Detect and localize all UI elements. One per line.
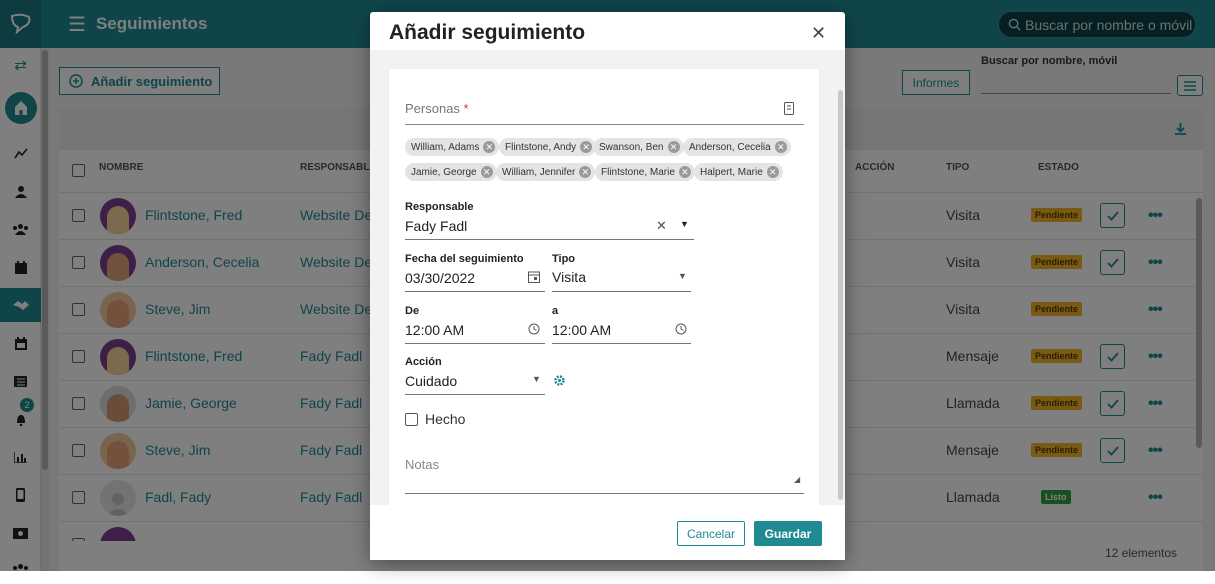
fecha-label: Fecha del seguimiento	[405, 253, 524, 265]
responsable-label: Responsable	[405, 201, 474, 213]
remove-chip-icon[interactable]: ✕	[678, 166, 691, 178]
chip-label: Jamie, George	[411, 166, 477, 178]
chip-label: Anderson, Cecelia	[689, 141, 771, 153]
chevron-down-icon[interactable]: ▼	[532, 374, 541, 384]
chip-label: Flintstone, Andy	[505, 141, 577, 153]
clear-icon[interactable]: ✕	[656, 218, 667, 234]
add-followup-dialog: Añadir seguimiento ✕ Personas * William,…	[370, 12, 845, 560]
responsable-underline	[405, 239, 694, 240]
notas-label: Notas	[405, 457, 439, 472]
chip-label: William, Adams	[411, 141, 480, 153]
tipo-label: Tipo	[552, 253, 576, 265]
a-label: a	[552, 305, 559, 317]
person-chip[interactable]: Halpert, Marie ✕	[694, 163, 783, 181]
remove-chip-icon[interactable]: ✕	[579, 166, 592, 178]
fecha-underline	[405, 291, 545, 292]
a-time-input[interactable]: 12:00 AM	[552, 322, 611, 338]
remove-chip-icon[interactable]: ✕	[766, 166, 779, 178]
de-time-input[interactable]: 12:00 AM	[405, 322, 464, 338]
hecho-label[interactable]: Hecho	[425, 411, 465, 427]
chevron-down-icon[interactable]: ▼	[678, 271, 687, 281]
person-chip[interactable]: Swanson, Ben ✕	[593, 138, 684, 156]
chip-label: Halpert, Marie	[700, 166, 763, 178]
person-chip[interactable]: Flintstone, Andy ✕	[499, 138, 597, 156]
remove-chip-icon[interactable]: ✕	[667, 141, 680, 153]
required-marker: *	[463, 101, 469, 116]
personas-field-label: Personas *	[405, 101, 469, 116]
gear-icon[interactable]	[553, 374, 566, 387]
person-chip[interactable]: Jamie, George ✕	[405, 163, 497, 181]
person-chip[interactable]: William, Adams ✕	[405, 138, 500, 156]
dialog-title: Añadir seguimiento	[389, 21, 586, 44]
remove-chip-icon[interactable]: ✕	[483, 141, 496, 153]
chip-label: Flintstone, Marie	[601, 166, 675, 178]
tipo-underline	[552, 291, 691, 292]
dialog-footer: Cancelar Guardar	[370, 505, 845, 560]
clock-icon[interactable]	[528, 323, 540, 335]
dialog-scrollbar[interactable]	[838, 90, 843, 500]
accion-underline	[405, 394, 545, 395]
chip-label: Swanson, Ben	[599, 141, 664, 153]
resize-handle-icon[interactable]: ◢	[794, 475, 800, 484]
calendar-icon[interactable]	[528, 270, 540, 283]
hecho-checkbox[interactable]	[405, 413, 418, 426]
cancel-button[interactable]: Cancelar	[677, 521, 745, 546]
fecha-input[interactable]: 03/30/2022	[405, 270, 475, 286]
person-chip[interactable]: Flintstone, Marie ✕	[595, 163, 695, 181]
contact-book-icon[interactable]	[784, 102, 794, 115]
personas-label: Personas	[405, 101, 460, 116]
remove-chip-icon[interactable]: ✕	[774, 141, 787, 153]
dialog-body: Personas * William, Adams ✕ Flintstone, A…	[370, 50, 845, 505]
a-underline	[552, 343, 691, 344]
de-label: De	[405, 305, 420, 317]
person-chip[interactable]: William, Jennifer ✕	[496, 163, 596, 181]
responsable-select[interactable]: Fady Fadl	[405, 218, 467, 234]
person-chip[interactable]: Anderson, Cecelia ✕	[683, 138, 791, 156]
personas-input[interactable]	[405, 124, 804, 125]
remove-chip-icon[interactable]: ✕	[580, 141, 593, 153]
de-underline	[405, 343, 545, 344]
chevron-down-icon[interactable]: ▼	[680, 219, 689, 229]
close-icon[interactable]: ✕	[811, 23, 826, 44]
accion-select[interactable]: Cuidado	[405, 373, 457, 389]
clock-icon[interactable]	[675, 323, 687, 335]
save-button[interactable]: Guardar	[754, 521, 822, 546]
chip-label: William, Jennifer	[502, 166, 576, 178]
followup-form: Personas * William, Adams ✕ Flintstone, A…	[389, 69, 819, 505]
remove-chip-icon[interactable]: ✕	[480, 166, 493, 178]
accion-label: Acción	[405, 356, 442, 368]
notas-textarea[interactable]	[405, 493, 804, 494]
tipo-select[interactable]: Visita	[552, 269, 586, 285]
